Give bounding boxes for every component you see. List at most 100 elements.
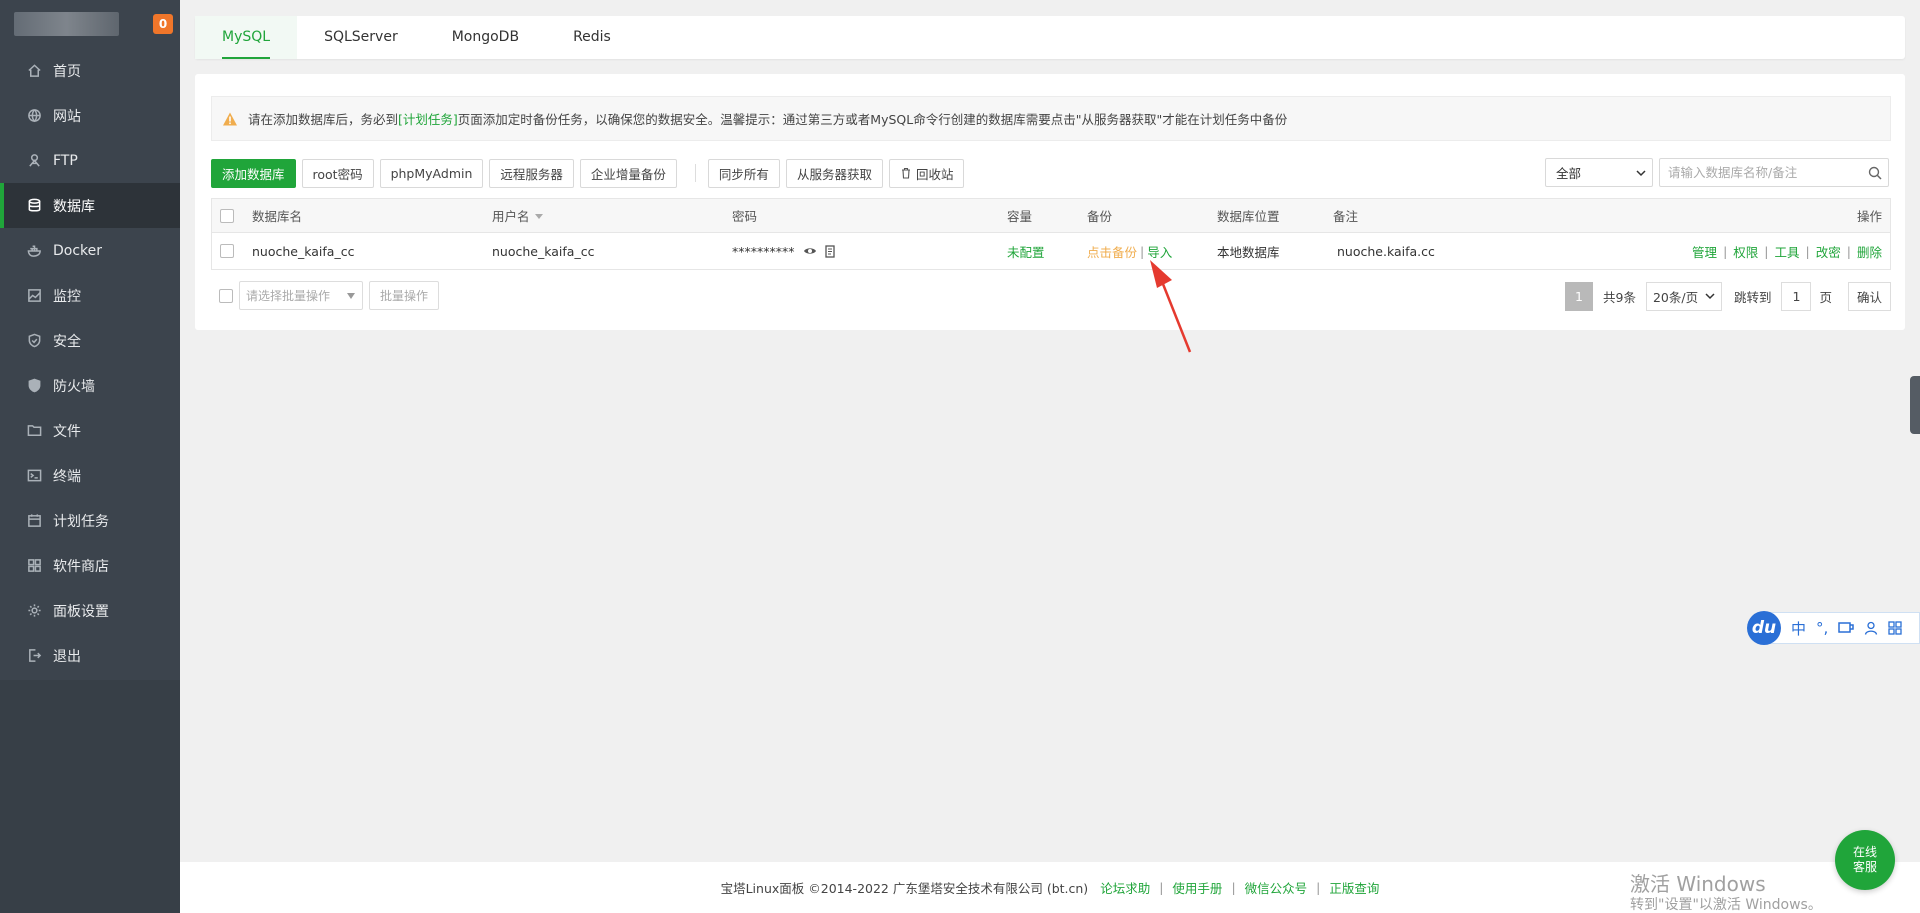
tab-redis[interactable]: Redis bbox=[546, 16, 638, 59]
wechat-link[interactable]: 微信公众号 bbox=[1245, 878, 1308, 897]
globe-icon bbox=[26, 108, 42, 124]
capacity-unconfigured-link[interactable]: 未配置 bbox=[1007, 233, 1045, 269]
tools-link[interactable]: 工具 bbox=[1775, 242, 1800, 261]
folder-icon bbox=[26, 423, 42, 439]
sidebar-bottom bbox=[0, 680, 180, 913]
chevron-down-icon bbox=[1705, 293, 1715, 300]
col-header-name[interactable]: 数据库名 bbox=[252, 199, 302, 232]
sidebar-item-cron[interactable]: 计划任务 bbox=[0, 498, 180, 543]
sidebar-item-label: 防火墙 bbox=[53, 378, 95, 395]
alert-text-suffix: 页面添加定时备份任务，以确保您的数据安全。温馨提示：通过第三方或者MySQL命令… bbox=[457, 112, 1288, 127]
sidebar-item-docker[interactable]: Docker bbox=[0, 228, 180, 273]
recycle-bin-button[interactable]: 回收站 bbox=[888, 158, 965, 188]
support-label-2: 客服 bbox=[1852, 860, 1877, 874]
password-masked: ********** bbox=[732, 243, 795, 259]
sidebar-item-monitor[interactable]: 监控 bbox=[0, 273, 180, 318]
row-checkbox[interactable] bbox=[220, 244, 234, 258]
root-password-button[interactable]: root密码 bbox=[301, 158, 374, 188]
jump-label: 跳转到 bbox=[1733, 289, 1772, 305]
sidebar-item-ftp[interactable]: FTP bbox=[0, 138, 180, 183]
monitor-icon bbox=[26, 288, 42, 304]
page-unit-label: 页 bbox=[1819, 289, 1832, 305]
select-all-checkbox[interactable] bbox=[220, 208, 234, 223]
sidebar-item-security[interactable]: 安全 bbox=[0, 318, 180, 363]
sidebar-item-home[interactable]: 首页 bbox=[0, 48, 180, 93]
sidebar-item-label: 网站 bbox=[53, 108, 81, 125]
grid-menu-icon[interactable] bbox=[1888, 621, 1902, 635]
col-header-backup: 备份 bbox=[1087, 209, 1113, 224]
sidebar-item-firewall[interactable]: 防火墙 bbox=[0, 363, 180, 408]
phpmyadmin-button[interactable]: phpMyAdmin bbox=[379, 158, 484, 188]
batch-checkbox[interactable] bbox=[219, 289, 233, 303]
sidebar-item-database[interactable]: 数据库 bbox=[0, 183, 180, 228]
online-support-button[interactable]: 在线 客服 bbox=[1835, 830, 1895, 890]
enterprise-backup-button[interactable]: 企业增量备份 bbox=[579, 158, 677, 188]
divider: | bbox=[1846, 243, 1851, 259]
copy-icon[interactable] bbox=[823, 244, 837, 258]
sidebar-item-terminal[interactable]: 终端 bbox=[0, 453, 180, 498]
batch-action-placeholder: 请选择批量操作 bbox=[246, 289, 331, 303]
delete-link[interactable]: 删除 bbox=[1857, 242, 1882, 261]
cron-task-link[interactable]: [计划任务] bbox=[398, 109, 458, 128]
eye-icon[interactable] bbox=[803, 244, 817, 258]
manual-link[interactable]: 使用手册 bbox=[1172, 878, 1222, 897]
sidebar-item-files[interactable]: 文件 bbox=[0, 408, 180, 453]
add-database-button[interactable]: 添加数据库 bbox=[211, 158, 296, 188]
search-input[interactable] bbox=[1660, 159, 1862, 186]
change-password-link[interactable]: 改密 bbox=[1816, 242, 1841, 261]
jump-confirm-button[interactable]: 确认 bbox=[1847, 281, 1891, 311]
tab-sqlserver[interactable]: SQLServer bbox=[297, 16, 425, 59]
skin-icon[interactable] bbox=[1838, 621, 1855, 635]
tab-mysql[interactable]: MySQL bbox=[195, 16, 298, 59]
backup-tip-alert: 请在添加数据库后，务必到 [计划任务] 页面添加定时备份任务，以确保您的数据安全。温… bbox=[211, 96, 1891, 141]
user-icon[interactable] bbox=[1864, 621, 1878, 635]
jump-page-input[interactable]: 1 bbox=[1781, 281, 1812, 311]
page-1-button[interactable]: 1 bbox=[1565, 281, 1593, 311]
baidu-ime-logo[interactable]: du bbox=[1747, 611, 1781, 645]
tab-mongodb[interactable]: MongoDB bbox=[425, 16, 546, 59]
forum-link[interactable]: 论坛求助 bbox=[1100, 878, 1150, 897]
toolbar: 添加数据库 root密码 phpMyAdmin 远程服务器 企业增量备份 同步所… bbox=[211, 158, 970, 188]
backup-now-link[interactable]: 点击备份 bbox=[1087, 242, 1137, 261]
category-select-value: 全部 bbox=[1556, 166, 1582, 181]
cell-username: nuoche_kaifa_cc bbox=[492, 243, 595, 259]
sidebar-item-appstore[interactable]: 软件商店 bbox=[0, 543, 180, 588]
batch-action-select[interactable]: 请选择批量操作 bbox=[239, 281, 363, 310]
page-size-value: 20条/页 bbox=[1652, 289, 1699, 305]
divider: | bbox=[1316, 880, 1321, 895]
ime-lang-toggle[interactable]: 中 bbox=[1791, 618, 1806, 639]
col-header-capacity: 容量 bbox=[1007, 209, 1033, 224]
windows-activation-watermark: 激活 Windows 转到"设置"以激活 Windows。 bbox=[1630, 872, 1822, 913]
search-icon[interactable] bbox=[1862, 166, 1888, 180]
pagination: 1 共9条 20条/页 跳转到 1 页 确认 bbox=[1565, 281, 1891, 311]
remote-server-button[interactable]: 远程服务器 bbox=[489, 158, 574, 188]
apps-icon bbox=[26, 558, 42, 574]
sidebar-item-settings[interactable]: 面板设置 bbox=[0, 588, 180, 633]
firewall-icon bbox=[26, 378, 42, 394]
batch-action-button[interactable]: 批量操作 bbox=[369, 281, 440, 310]
sidebar-item-label: 终端 bbox=[53, 468, 81, 485]
punctuation-icon[interactable]: °, bbox=[1816, 619, 1828, 637]
sidebar-item-label: 面板设置 bbox=[53, 603, 109, 620]
filter-bar: 全部 bbox=[1545, 158, 1889, 187]
sync-all-button[interactable]: 同步所有 bbox=[707, 158, 780, 188]
database-panel: 请在添加数据库后，务必到 [计划任务] 页面添加定时备份任务，以确保您的数据安全。温… bbox=[195, 74, 1905, 330]
side-collapse-handle[interactable] bbox=[1910, 376, 1920, 434]
col-header-user[interactable]: 用户名 bbox=[492, 199, 544, 232]
fetch-from-server-button[interactable]: 从服务器获取 bbox=[785, 158, 883, 188]
sidebar-item-logout[interactable]: 退出 bbox=[0, 633, 180, 678]
divider: | bbox=[1723, 243, 1728, 259]
toolbar-divider bbox=[694, 164, 696, 182]
license-check-link[interactable]: 正版查询 bbox=[1329, 878, 1379, 897]
sidebar-item-website[interactable]: 网站 bbox=[0, 93, 180, 138]
notification-badge[interactable]: 0 bbox=[153, 14, 173, 34]
divider: | bbox=[1805, 243, 1810, 259]
shield-icon bbox=[26, 333, 42, 349]
page-size-select[interactable]: 20条/页 bbox=[1645, 281, 1722, 311]
permission-link[interactable]: 权限 bbox=[1733, 242, 1758, 261]
col-header-location: 数据库位置 bbox=[1217, 209, 1280, 224]
category-select[interactable]: 全部 bbox=[1545, 158, 1653, 187]
manage-link[interactable]: 管理 bbox=[1692, 242, 1717, 261]
cell-note[interactable]: nuoche.kaifa.cc bbox=[1337, 233, 1435, 269]
total-count: 共9条 bbox=[1603, 289, 1636, 305]
